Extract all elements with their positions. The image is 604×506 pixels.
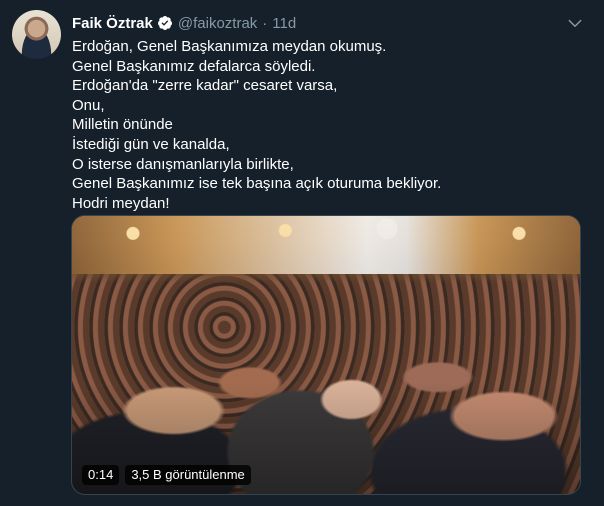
video-duration: 0:14 [82,465,120,485]
tweet-timestamp[interactable]: 11d [272,15,296,32]
tweet-header: Faik Öztrak @faikoztrak · 11d [72,14,296,32]
header-separator: · [262,14,268,32]
tweet-line: O isterse danışmanlarıyla birlikte, [72,155,294,173]
author-avatar[interactable] [12,10,61,59]
video-thumbnail [72,216,580,494]
tweet-line: Genel Başkanımız ise tek başına açık otu… [72,175,442,193]
author-handle[interactable]: @faikoztrak [178,15,257,32]
video-view-count: 3,5 B görüntülenme [125,465,251,485]
author-name[interactable]: Faik Öztrak [72,15,153,32]
tweet-line: Erdoğan'da "zerre kadar" cesaret varsa, [72,77,338,95]
tweet-line: Genel Başkanımız defalarca söyledi. [72,57,316,75]
tweet-line: Milletin önünde [72,116,173,134]
tweet-line: Erdoğan, Genel Başkanımıza meydan okumuş… [72,38,387,55]
tweet-line: Hodri meydan! [72,194,170,212]
tweet-line: Onu, [72,96,105,114]
video-overlay: 0:14 3,5 B görüntülenme [82,465,251,485]
tweet-card[interactable]: Faik Öztrak @faikoztrak · 11d Erdoğan, G… [0,0,604,506]
verified-badge-icon [157,15,173,31]
tweet-line: İstediği gün ve kanalda, [72,135,230,153]
tweet-text: Erdoğan, Genel Başkanımıza meydan okumuş… [72,37,577,213]
chevron-down-icon[interactable] [566,14,584,32]
video-player[interactable]: 0:14 3,5 B görüntülenme [71,215,581,495]
